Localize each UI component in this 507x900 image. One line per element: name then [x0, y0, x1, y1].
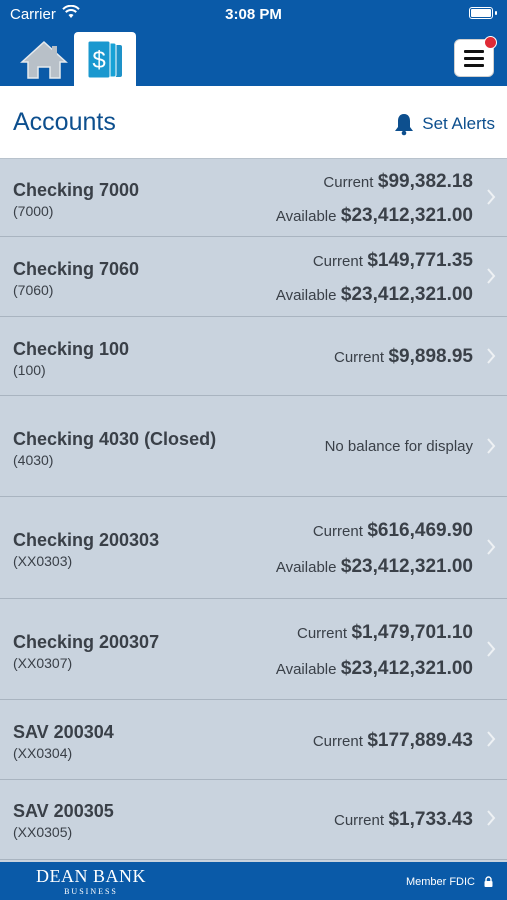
chevron-right-icon: [487, 810, 496, 826]
current-balance: Current $1,479,701.10: [297, 622, 473, 643]
chevron-right-icon: [487, 731, 496, 747]
available-balance: Available $23,412,321.00: [275, 205, 473, 226]
svg-text:$: $: [92, 47, 105, 74]
set-alerts-button[interactable]: Set Alerts: [392, 112, 495, 136]
footer-bar: DEAN BANK BUSINESS Member FDIC: [0, 862, 507, 900]
account-number: (XX0304): [13, 745, 73, 761]
current-balance: Current $99,382.18: [323, 171, 473, 192]
account-name: SAV 200305: [13, 801, 114, 821]
account-number: (4030): [13, 452, 54, 468]
notification-badge: [484, 36, 497, 49]
bell-icon: [395, 114, 414, 136]
chevron-right-icon: [487, 641, 496, 657]
account-number: (7000): [13, 203, 54, 219]
available-balance: Available $23,412,321.00: [275, 658, 473, 679]
accounts-dollar-icon: $: [87, 40, 122, 79]
home-icon: [20, 40, 68, 79]
brand-sub: BUSINESS: [64, 887, 118, 896]
status-bar: Carrier 3:08 PM: [0, 0, 507, 28]
account-row[interactable]: Checking 7060 (7060) Current $149,771.35…: [0, 237, 507, 317]
account-number: (7060): [13, 282, 54, 298]
current-balance: Current $9,898.95: [333, 346, 473, 367]
chevron-right-icon: [487, 268, 496, 284]
account-row[interactable]: Checking 200303 (XX0303) Current $616,46…: [0, 497, 507, 599]
battery-icon: [469, 7, 497, 19]
lock-icon: [484, 876, 493, 887]
chevron-right-icon: [487, 438, 496, 454]
top-bar: Carrier 3:08 PM $: [0, 0, 507, 86]
account-number: (XX0303): [13, 553, 73, 569]
account-row[interactable]: Checking 100 (100) Current $9,898.95: [0, 317, 507, 396]
status-time: 3:08 PM: [225, 6, 282, 23]
accounts-list: Checking 7000 (7000) Current $99,382.18 …: [0, 159, 507, 860]
account-name: Checking 200307: [13, 632, 160, 652]
set-alerts-label: Set Alerts: [422, 114, 495, 133]
account-name: Checking 100: [13, 339, 130, 359]
account-name: Checking 200303: [13, 530, 160, 550]
menu-button[interactable]: [454, 36, 497, 77]
current-balance: Current $177,889.43: [312, 730, 473, 751]
member-fdic-label: Member FDIC: [405, 876, 475, 888]
brand-name: DEAN BANK: [36, 866, 146, 886]
account-row[interactable]: SAV 200304 (XX0304) Current $177,889.43: [0, 700, 507, 780]
page-header: Accounts Set Alerts: [0, 86, 507, 159]
current-balance: Current $1,733.43: [333, 809, 473, 830]
available-balance: Available $23,412,321.00: [275, 284, 473, 305]
bank-logo: DEAN BANK BUSINESS: [36, 867, 146, 898]
account-name: SAV 200304: [13, 722, 114, 742]
current-balance: Current $149,771.35: [312, 250, 473, 271]
account-row[interactable]: Checking 4030 (Closed) (4030) No balance…: [0, 396, 507, 497]
no-balance-text: No balance for display: [324, 438, 473, 455]
account-name: Checking 7060: [13, 259, 140, 279]
chevron-right-icon: [487, 189, 496, 205]
account-name: Checking 7000: [13, 180, 140, 200]
available-balance: Available $23,412,321.00: [275, 556, 473, 577]
account-number: (XX0305): [13, 824, 73, 840]
account-row[interactable]: Checking 7000 (7000) Current $99,382.18 …: [0, 159, 507, 237]
account-row[interactable]: Checking 200307 (XX0307) Current $1,479,…: [0, 599, 507, 700]
account-name: Checking 4030 (Closed): [13, 429, 217, 449]
account-number: (100): [13, 362, 46, 378]
current-balance: Current $616,469.90: [312, 520, 473, 541]
tab-home[interactable]: [14, 34, 74, 86]
chevron-right-icon: [487, 539, 496, 555]
account-number: (XX0307): [13, 655, 73, 671]
account-row[interactable]: SAV 200305 (XX0305) Current $1,733.43: [0, 780, 507, 860]
page-title: Accounts: [13, 108, 116, 136]
tab-accounts[interactable]: $: [74, 32, 136, 86]
chevron-right-icon: [487, 348, 496, 364]
